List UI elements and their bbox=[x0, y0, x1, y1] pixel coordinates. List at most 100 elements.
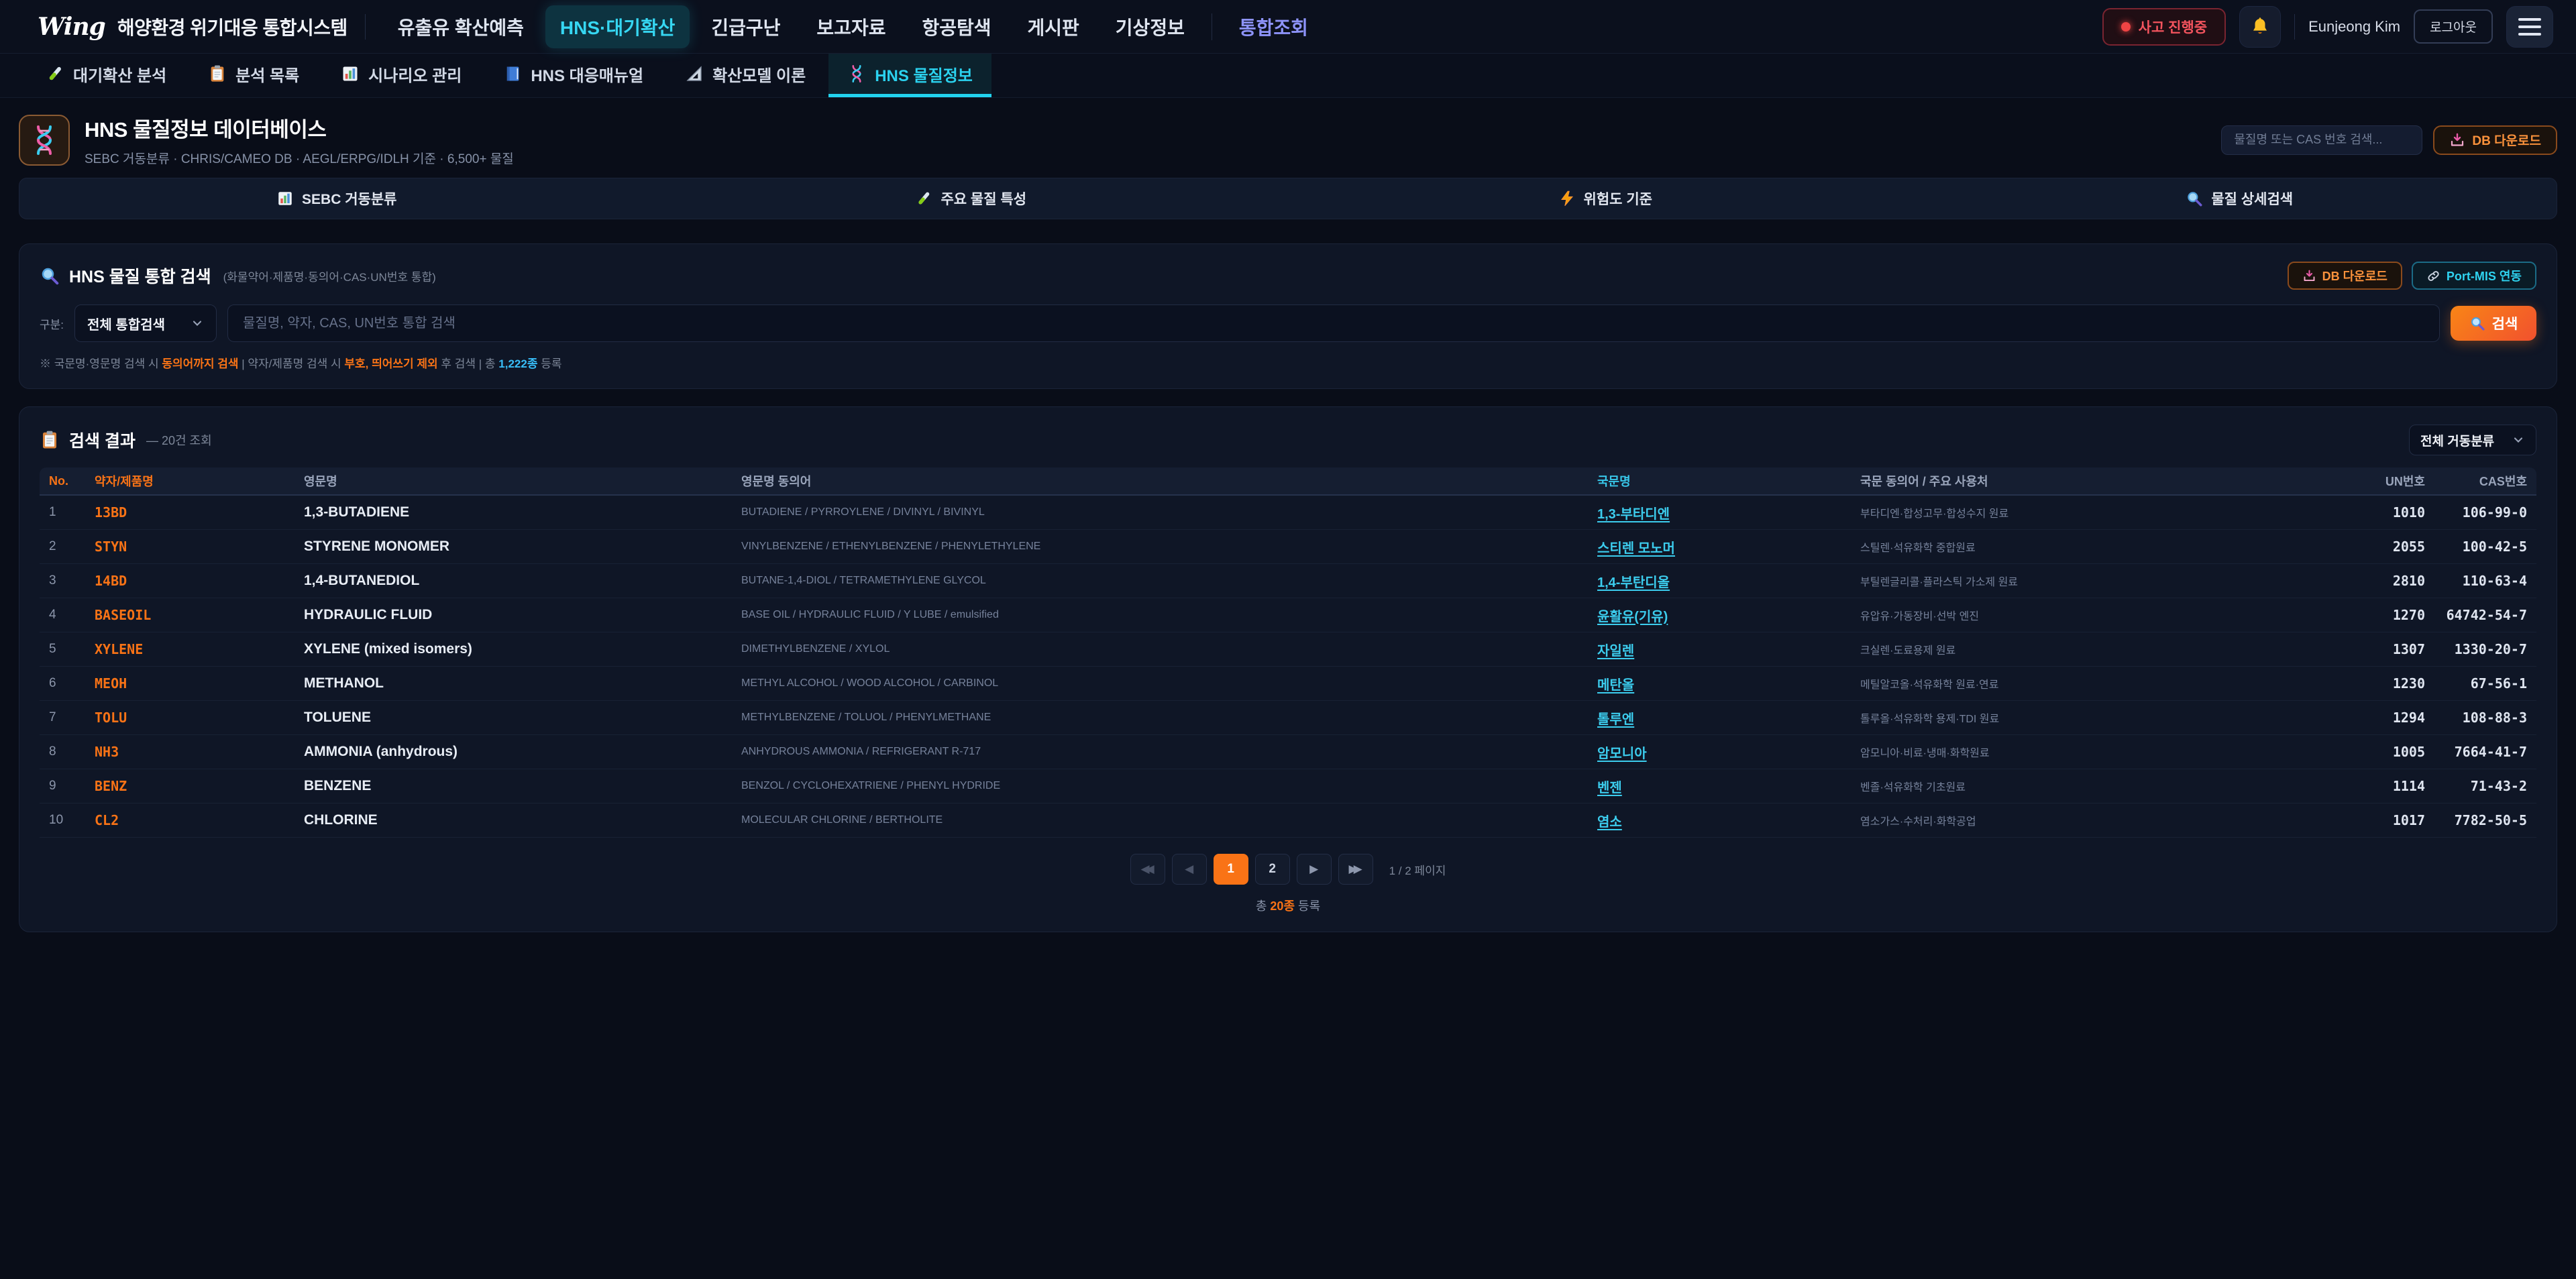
table-row: 1 13BD 1,3-BUTADIENE BUTADIENE / PYRROYL… bbox=[40, 496, 2536, 530]
sub-tab-bar: 대기확산 분석 분석 목록 시나리오 관리 HNS 대응매뉴얼 bbox=[0, 54, 2576, 98]
page-header: HNS 물질정보 데이터베이스 SEBC 거동분류 · CHRIS/CAMEO … bbox=[19, 113, 2557, 167]
divider bbox=[365, 14, 366, 40]
col-header-abbr: 약자/제품명 bbox=[95, 472, 296, 490]
category-sebc-classification[interactable]: SEBC 거동분류 bbox=[19, 188, 654, 209]
incident-status-badge[interactable]: 사고 진행중 bbox=[2102, 8, 2226, 46]
nav-item-hns-dispersion[interactable]: HNS·대기확산 bbox=[545, 5, 690, 48]
first-page-icon: ◀◀ bbox=[1141, 863, 1150, 876]
total-count: 20종 bbox=[1270, 899, 1295, 913]
page-icon-box bbox=[19, 115, 70, 166]
db-download-button[interactable]: DB 다운로드 bbox=[2433, 125, 2557, 155]
substance-link[interactable]: 벤젠 bbox=[1597, 781, 1622, 795]
substance-link[interactable]: 자일렌 bbox=[1597, 644, 1634, 659]
search-icon bbox=[2186, 190, 2203, 207]
table-row: 4 BASEOIL HYDRAULIC FLUID BASE OIL / HYD… bbox=[40, 598, 2536, 632]
col-header-ko: 국문명 bbox=[1597, 472, 1852, 490]
search-panel-header: HNS 물질 통합 검색 (화물약어·제품명·동의어·CAS·UN번호 통합) … bbox=[40, 262, 2536, 290]
next-page-button[interactable]: ▶ bbox=[1297, 854, 1332, 885]
bar-chart-icon bbox=[276, 190, 294, 207]
incident-dot-icon bbox=[2121, 22, 2131, 32]
table-row: 3 14BD 1,4-BUTANEDIOL BUTANE-1,4-DIOL / … bbox=[40, 564, 2536, 598]
substance-link[interactable]: 윤활유(기유) bbox=[1597, 610, 1668, 624]
search-type-label: 구분: bbox=[40, 315, 64, 332]
category-substance-properties[interactable]: 주요 물질 특성 bbox=[654, 188, 1289, 209]
col-header-ko-syn: 국문 동의어 / 주요 사용처 bbox=[1860, 472, 2343, 490]
clipboard-icon bbox=[40, 430, 60, 450]
page-title-block: HNS 물질정보 데이터베이스 SEBC 거동분류 · CHRIS/CAMEO … bbox=[85, 113, 514, 167]
substance-link[interactable]: 메탄올 bbox=[1597, 678, 1634, 693]
substance-link[interactable]: 염소 bbox=[1597, 815, 1622, 830]
table-row: 7 TOLU TOLUENE METHYLBENZENE / TOLUOL / … bbox=[40, 701, 2536, 735]
nav-item-emergency[interactable]: 긴급구난 bbox=[696, 5, 795, 48]
tab-scenario-management[interactable]: 시나리오 관리 bbox=[322, 54, 480, 97]
divider bbox=[2294, 14, 2295, 40]
search-icon bbox=[40, 266, 60, 286]
prev-page-button[interactable]: ◀ bbox=[1172, 854, 1207, 885]
table-row: 10 CL2 CHLORINE MOLECULAR CHLORINE / BER… bbox=[40, 803, 2536, 838]
category-detail-search[interactable]: 물질 상세검색 bbox=[1923, 188, 2557, 209]
dna-icon bbox=[847, 64, 866, 83]
substance-link[interactable]: 1,4-부탄디올 bbox=[1597, 575, 1670, 590]
tab-hns-manual[interactable]: HNS 대응매뉴얼 bbox=[484, 54, 662, 97]
search-form: 구분: 전체 통합검색 검색 bbox=[40, 304, 2536, 342]
table-row: 8 NH3 AMMONIA (anhydrous) ANHYDROUS AMMO… bbox=[40, 735, 2536, 769]
col-header-no: No. bbox=[49, 474, 87, 488]
notifications-button[interactable] bbox=[2239, 6, 2281, 48]
app-title: 해양환경 위기대응 통합시스템 bbox=[117, 13, 347, 40]
substance-link[interactable]: 암모니아 bbox=[1597, 746, 1647, 761]
ruler-icon bbox=[685, 64, 704, 83]
logout-button[interactable]: 로그아웃 bbox=[2414, 9, 2493, 44]
category-bar: SEBC 거동분류 주요 물질 특성 위험도 기준 물질 상세검색 bbox=[19, 178, 2557, 219]
search-type-select[interactable]: 전체 통합검색 bbox=[74, 304, 217, 342]
results-table: No. 약자/제품명 영문명 영문명 동의어 국문명 국문 동의어 / 주요 사… bbox=[40, 467, 2536, 838]
tab-dispersion-model-theory[interactable]: 확산모델 이론 bbox=[666, 54, 824, 97]
col-header-en: 영문명 bbox=[304, 472, 733, 490]
results-count: — 20건 조회 bbox=[146, 431, 212, 449]
page-button-2[interactable]: 2 bbox=[1255, 854, 1290, 885]
nav-item-reports[interactable]: 보고자료 bbox=[802, 5, 900, 48]
tab-hns-substance-info[interactable]: HNS 물질정보 bbox=[828, 54, 991, 97]
first-page-button[interactable]: ◀◀ bbox=[1130, 854, 1165, 885]
bell-icon bbox=[2250, 17, 2270, 37]
nav-item-oil-spill[interactable]: 유출유 확산예측 bbox=[383, 5, 539, 48]
unified-search-input[interactable] bbox=[227, 304, 2440, 342]
nav-item-integrated-search[interactable]: 통합조회 bbox=[1224, 5, 1323, 48]
db-download-button-small[interactable]: DB 다운로드 bbox=[2288, 262, 2402, 290]
page-button-1[interactable]: 1 bbox=[1214, 854, 1248, 885]
col-header-cas: CAS번호 bbox=[2433, 472, 2527, 490]
search-results-panel: 검색 결과 — 20건 조회 전체 거동분류 No. 약자/제품명 영문명 영문… bbox=[19, 406, 2557, 932]
table-row: 6 MEOH METHANOL METHYL ALCOHOL / WOOD AL… bbox=[40, 667, 2536, 701]
table-row: 2 STYN STYRENE MONOMER VINYLBENZENE / ET… bbox=[40, 530, 2536, 564]
table-row: 9 BENZ BENZENE BENZOL / CYCLOHEXATRIENE … bbox=[40, 769, 2536, 803]
hamburger-menu-button[interactable] bbox=[2506, 6, 2553, 48]
page-info: 1 / 2 페이지 bbox=[1389, 861, 1446, 878]
test-tube-icon bbox=[46, 64, 64, 83]
search-button[interactable]: 검색 bbox=[2451, 306, 2536, 341]
behavior-class-filter-select[interactable]: 전체 거동분류 bbox=[2409, 425, 2536, 455]
tab-dispersion-analysis[interactable]: 대기확산 분석 bbox=[27, 54, 185, 97]
quick-search-input[interactable] bbox=[2221, 125, 2422, 155]
category-risk-criteria[interactable]: 위험도 기준 bbox=[1288, 188, 1923, 209]
total-count-line: 총 20종 등록 bbox=[40, 897, 2536, 914]
wing-logo: Wing bbox=[38, 13, 105, 41]
table-row: 5 XYLENE XYLENE (mixed isomers) DIMETHYL… bbox=[40, 632, 2536, 667]
bar-chart-icon bbox=[341, 64, 360, 83]
download-icon bbox=[2302, 269, 2316, 283]
nav-item-aerial-search[interactable]: 항공탐색 bbox=[907, 5, 1006, 48]
search-panel-actions: DB 다운로드 Port-MIS 연동 bbox=[2288, 262, 2536, 290]
tab-analysis-list[interactable]: 분석 목록 bbox=[189, 54, 318, 97]
last-page-button[interactable]: ▶▶ bbox=[1338, 854, 1373, 885]
portmis-link-button[interactable]: Port-MIS 연동 bbox=[2412, 262, 2536, 290]
hamburger-icon bbox=[2518, 18, 2541, 21]
topbar-right: 사고 진행중 Eunjeong Kim 로그아웃 bbox=[2102, 6, 2553, 48]
chevron-down-icon bbox=[191, 317, 204, 330]
substance-link[interactable]: 톨루엔 bbox=[1597, 712, 1634, 727]
substance-link[interactable]: 스티렌 모노머 bbox=[1597, 541, 1675, 556]
lightning-icon bbox=[1558, 190, 1576, 207]
nav-item-board[interactable]: 게시판 bbox=[1013, 5, 1094, 48]
search-panel-title: HNS 물질 통합 검색 bbox=[69, 264, 211, 288]
substance-link[interactable]: 1,3-부타디엔 bbox=[1597, 507, 1670, 522]
page-title: HNS 물질정보 데이터베이스 bbox=[85, 113, 514, 143]
prev-page-icon: ◀ bbox=[1185, 863, 1193, 876]
nav-item-weather[interactable]: 기상정보 bbox=[1101, 5, 1199, 48]
